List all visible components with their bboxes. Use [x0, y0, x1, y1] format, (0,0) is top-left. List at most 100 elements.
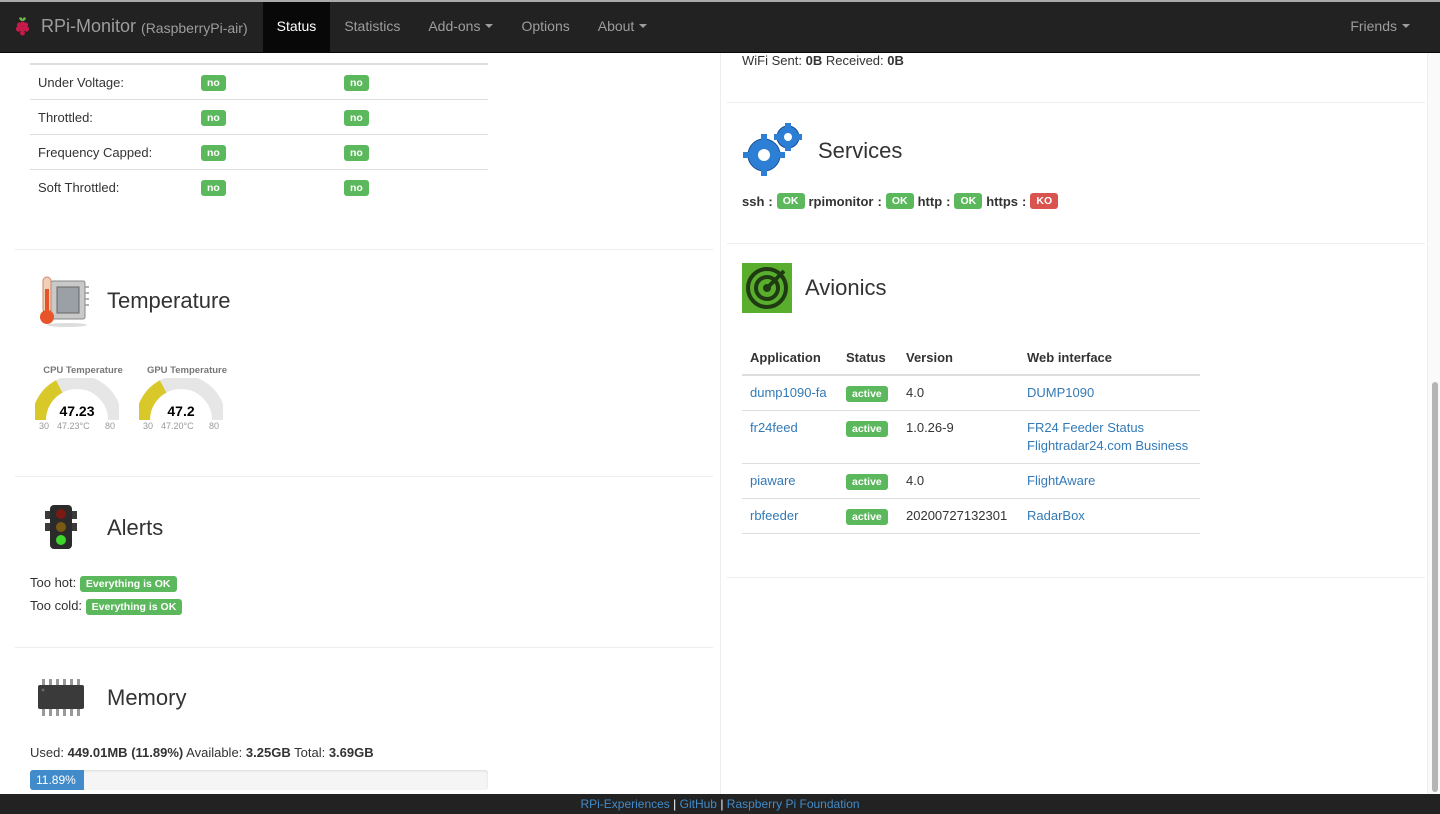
gpu-temperature-gauge: GPU Temperature 47.2 30 47.20°C 80: [139, 365, 235, 431]
status-badge: no: [344, 144, 369, 161]
memory-progress-fill: 11.89%: [30, 770, 85, 790]
nav-status[interactable]: Status: [262, 0, 331, 53]
column-header: Application: [742, 341, 838, 376]
wifi-sent-label: WiFi Sent:: [742, 53, 802, 68]
table-row: Soft Throttled: no no: [30, 170, 488, 205]
memory-chip-icon: [38, 679, 84, 716]
page-scrollbar[interactable]: [1427, 53, 1440, 794]
alerts-title: Alerts: [107, 515, 164, 540]
service-name: ssh: [742, 193, 765, 209]
avionics-table: Application Status Version Web interface…: [742, 341, 1200, 534]
status-badge: OK: [885, 193, 914, 209]
caret-down-icon: [1402, 24, 1410, 28]
brand-name: RPi-Monitor: [41, 15, 137, 36]
memory-avail-label: Available:: [186, 745, 243, 760]
footer-separator: |: [673, 797, 677, 811]
caret-down-icon: [639, 24, 648, 28]
web-interface-link[interactable]: RadarBox: [1027, 508, 1085, 523]
status-badge: no: [201, 109, 226, 126]
avionics-header: Avionics: [742, 263, 887, 313]
version-cell: 20200727132301: [898, 498, 1019, 534]
table-row: fr24feed active 1.0.26-9 FR24 Feeder Sta…: [742, 410, 1200, 464]
row-label: Throttled:: [38, 109, 93, 125]
gauge-sub: 47.23°C: [57, 421, 90, 431]
temperature-title: Temperature: [107, 288, 231, 313]
web-interface-link[interactable]: FlightAware: [1027, 473, 1095, 488]
nav-addons[interactable]: Add-ons: [414, 0, 507, 53]
memory-total-label: Total:: [294, 745, 326, 760]
web-interface-link[interactable]: Flightradar24.com Business: [1027, 438, 1188, 453]
version-cell: 4.0: [898, 463, 1019, 499]
footer-link-github[interactable]: GitHub: [680, 797, 717, 811]
alerts-header: Alerts: [43, 503, 163, 553]
app-link[interactable]: dump1090-fa: [750, 385, 827, 400]
section-divider: [727, 102, 1425, 103]
memory-title: Memory: [107, 685, 187, 710]
status-badge: active: [846, 474, 888, 490]
status-badge: no: [344, 109, 369, 126]
nav-menu: Status Statistics Add-ons Options About: [262, 0, 662, 53]
nav-options-label: Options: [521, 18, 570, 34]
alert-too-cold: Too cold: Everything is OK: [30, 598, 183, 615]
nav-options[interactable]: Options: [507, 0, 583, 53]
wifi-summary: WiFi Sent: 0B Received: 0B: [742, 53, 904, 68]
table-row: dump1090-fa active 4.0 DUMP1090: [742, 375, 1200, 411]
app-link[interactable]: fr24feed: [750, 420, 798, 435]
section-divider: [15, 647, 713, 648]
section-divider: [727, 243, 1425, 244]
column-header: Status: [838, 341, 898, 376]
top-navbar: RPi-Monitor (RaspberryPi-air) Status Sta…: [0, 0, 1440, 53]
memory-total: 3.69GB: [328, 745, 374, 760]
alert-too-hot: Too hot: Everything is OK: [30, 575, 177, 592]
row-label: Soft Throttled:: [38, 180, 120, 195]
nav-friends[interactable]: Friends: [1336, 0, 1424, 53]
status-badge: active: [846, 386, 888, 402]
memory-progress-bar: 11.89%: [30, 770, 488, 790]
footer-separator: |: [720, 797, 724, 811]
web-interface-link[interactable]: DUMP1090: [1027, 385, 1094, 400]
nav-statistics[interactable]: Statistics: [330, 0, 414, 53]
gauge-title: GPU Temperature: [146, 365, 228, 376]
gauge-min: 30: [143, 421, 154, 431]
brand-host: (RaspberryPi-air): [141, 20, 248, 36]
status-badge: active: [846, 509, 888, 525]
section-divider: [15, 249, 713, 250]
version-cell: 1.0.26-9: [898, 410, 1019, 464]
column-header: Version: [898, 341, 1019, 376]
memory-header: Memory: [37, 679, 186, 717]
status-badge: OK: [776, 193, 805, 209]
web-interface-link[interactable]: FR24 Feeder Status: [1027, 420, 1144, 435]
nav-about-label: About: [597, 18, 635, 34]
table-row: Throttled: no no: [30, 100, 488, 135]
wifi-sent: 0B: [805, 53, 823, 68]
footer-link-raspberry-pi-foundation[interactable]: Raspberry Pi Foundation: [727, 797, 860, 811]
alert-label: Too hot:: [30, 575, 77, 590]
section-divider: [15, 476, 713, 477]
status-badge: no: [344, 180, 369, 196]
memory-used-label: Used:: [30, 745, 64, 760]
nav-about[interactable]: About: [584, 0, 662, 53]
row-label: Under Voltage:: [38, 74, 125, 90]
cpu-temperature-gauge: CPU Temperature 47.23 30 47.23°C 80: [35, 365, 131, 431]
service-name: rpimonitor: [808, 193, 874, 209]
temperature-header: Temperature: [37, 275, 231, 327]
table-header-row: Application Status Version Web interface: [742, 341, 1200, 376]
scrollbar-thumb[interactable]: [1432, 382, 1438, 792]
gauge-min: 30: [39, 421, 50, 431]
status-badge: active: [846, 421, 888, 437]
footer-link-rpi-experiences[interactable]: RPi-Experiences: [580, 797, 669, 811]
alert-label: Too cold:: [30, 598, 83, 613]
raspberry-logo-icon: [15, 17, 30, 36]
brand-link[interactable]: RPi-Monitor (RaspberryPi-air): [0, 0, 263, 53]
memory-summary: Used: 449.01MB (11.89%) Available: 3.25G…: [30, 745, 374, 760]
app-link[interactable]: piaware: [750, 473, 796, 488]
column-header: Web interface: [1019, 341, 1200, 376]
section-divider: [727, 577, 1425, 578]
services-header: Services: [742, 123, 902, 179]
traffic-light-icon: [45, 505, 77, 549]
gauge-max: 80: [209, 421, 220, 431]
gears-icon: [743, 123, 802, 176]
app-link[interactable]: rbfeeder: [750, 508, 798, 523]
status-badge: Everything is OK: [79, 576, 177, 592]
wifi-recv-label: Received:: [825, 53, 884, 68]
